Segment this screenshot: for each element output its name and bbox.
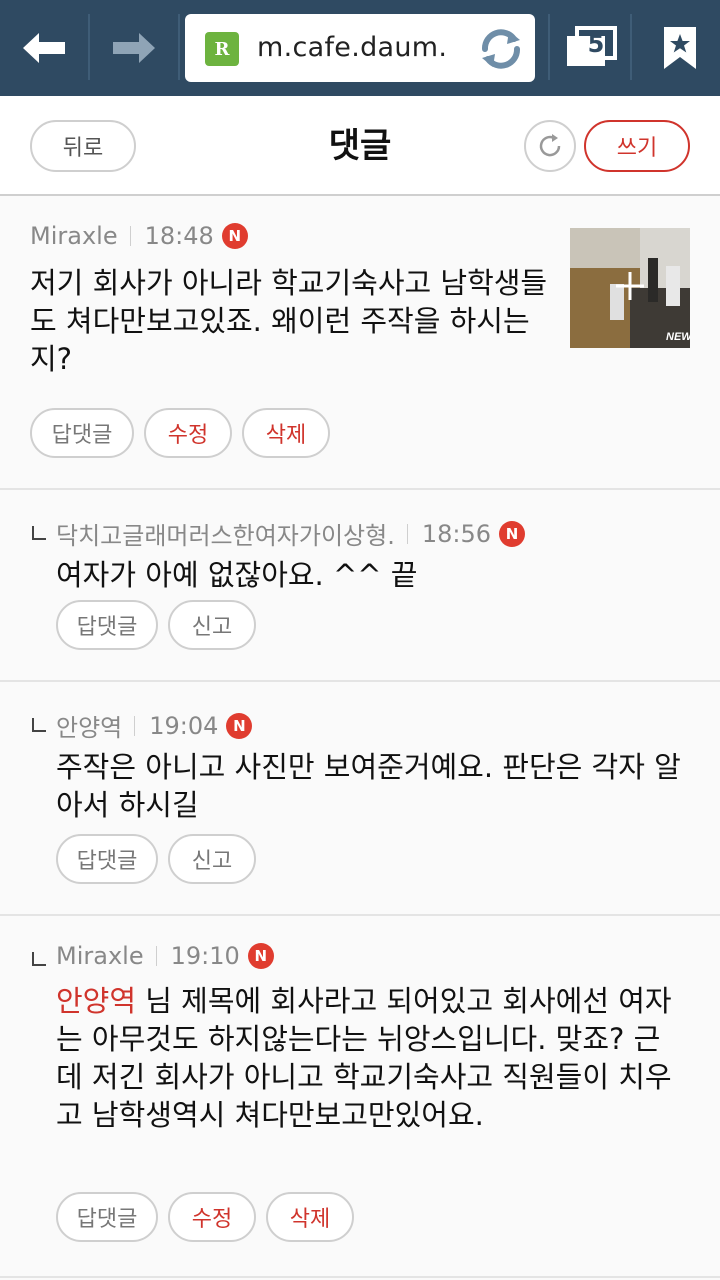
refresh-icon — [539, 134, 561, 157]
comment-text: 여자가 아예 없잖아요. ^^ 끝 — [56, 558, 418, 592]
new-badge: N — [499, 520, 525, 547]
comment-text-body: 님 제목에 회사라고 되어있고 회사에선 여자는 아무것도 하지않는다는 뉘앙스… — [56, 984, 672, 1132]
comment-author[interactable]: 안양역 — [56, 708, 122, 743]
comment-actions: 답댓글 신고 — [56, 600, 256, 650]
reply-button[interactable]: 답댓글 — [30, 408, 134, 458]
comment-author[interactable]: Miraxle — [56, 942, 144, 970]
comment-time: 19:04 — [149, 711, 219, 740]
comment-meta: Miraxle 18:48 N — [30, 222, 248, 250]
comment-item: Miraxle 19:10 N 안양역 님 제목에 회사라고 되어있고 회사에선… — [0, 916, 720, 1278]
meta-divider — [129, 226, 131, 246]
mention-link[interactable]: 안양역 — [56, 984, 136, 1018]
address-bar[interactable]: R m.cafe.daum. — [185, 14, 535, 82]
reply-indicator-icon — [32, 526, 46, 540]
delete-button[interactable]: 삭제 — [266, 1192, 354, 1242]
meta-divider — [406, 523, 408, 544]
comment-item: 안양역 19:04 N 주작은 아니고 사진만 보여준거예요. 판단은 각자 알… — [0, 682, 720, 916]
url-text: m.cafe.daum. — [257, 32, 448, 63]
write-button[interactable]: 쓰기 — [584, 120, 690, 172]
refresh-button[interactable] — [524, 120, 576, 172]
toolbar-divider — [178, 14, 180, 80]
comment-author[interactable]: 닥치고글래머러스한여자가이상형. — [56, 516, 395, 551]
comment-actions: 답댓글 수정 삭제 — [30, 408, 330, 458]
tab-count: 5 — [587, 30, 605, 58]
reply-indicator-icon — [32, 718, 46, 732]
comment-item: Miraxle 18:48 N 저기 회사가 아니라 학교기숙사고 남학생들도 … — [0, 196, 720, 490]
browser-toolbar: R m.cafe.daum. 5 — [0, 0, 720, 96]
comment-text: 저기 회사가 아니라 학교기숙사고 남학생들도 쳐다만보고있죠. 왜이런 주작을… — [30, 266, 548, 376]
reply-button[interactable]: 답댓글 — [56, 1192, 158, 1242]
comment-time: 18:56 — [421, 519, 491, 548]
site-logo-icon: R — [205, 32, 239, 66]
meta-divider — [134, 715, 136, 736]
forward-arrow-icon[interactable] — [90, 0, 178, 96]
back-arrow-icon[interactable] — [0, 0, 88, 96]
comment-thumbnail[interactable]: NEW — [570, 228, 690, 348]
comment-time: 18:48 — [144, 222, 214, 250]
reload-icon[interactable] — [475, 24, 527, 74]
reply-button[interactable]: 답댓글 — [56, 600, 158, 650]
meta-divider — [155, 946, 157, 966]
comment-meta: Miraxle 19:10 N — [56, 942, 274, 970]
comment-meta: 안양역 19:04 N — [56, 708, 253, 743]
page-header: 뒤로 댓글 쓰기 — [0, 96, 720, 196]
tabs-button[interactable]: 5 — [555, 0, 625, 96]
reply-button[interactable]: 답댓글 — [56, 834, 158, 884]
comment-text: 안양역 님 제목에 회사라고 되어있고 회사에선 여자는 아무것도 하지않는다는… — [56, 982, 686, 1134]
comment-item: 닥치고글래머러스한여자가이상형. 18:56 N 여자가 아예 없잖아요. ^^… — [0, 490, 720, 682]
comment-author[interactable]: Miraxle — [30, 222, 118, 250]
comment-actions: 답댓글 수정 삭제 — [56, 1192, 354, 1242]
reply-indicator-icon — [32, 952, 46, 966]
comment-text: 주작은 아니고 사진만 보여준거예요. 판단은 각자 알아서 하시길 — [56, 750, 681, 822]
new-badge: N — [226, 712, 253, 739]
delete-button[interactable]: 삭제 — [242, 408, 330, 458]
edit-button[interactable]: 수정 — [144, 408, 232, 458]
new-badge: N — [221, 223, 248, 249]
site-logo-letter: R — [214, 38, 230, 60]
comment-actions: 답댓글 신고 — [56, 834, 256, 884]
comment-meta: 닥치고글래머러스한여자가이상형. 18:56 N — [56, 516, 525, 551]
toolbar-divider — [548, 14, 550, 80]
thumbnail-watermark: NEW — [666, 331, 690, 343]
new-badge: N — [247, 943, 274, 969]
edit-button[interactable]: 수정 — [168, 1192, 256, 1242]
comment-time: 19:10 — [170, 942, 240, 970]
bookmark-icon[interactable] — [640, 0, 720, 96]
page-title: 댓글 — [328, 126, 392, 166]
report-button[interactable]: 신고 — [168, 834, 256, 884]
toolbar-divider — [630, 14, 632, 80]
report-button[interactable]: 신고 — [168, 600, 256, 650]
back-button[interactable]: 뒤로 — [30, 120, 136, 172]
